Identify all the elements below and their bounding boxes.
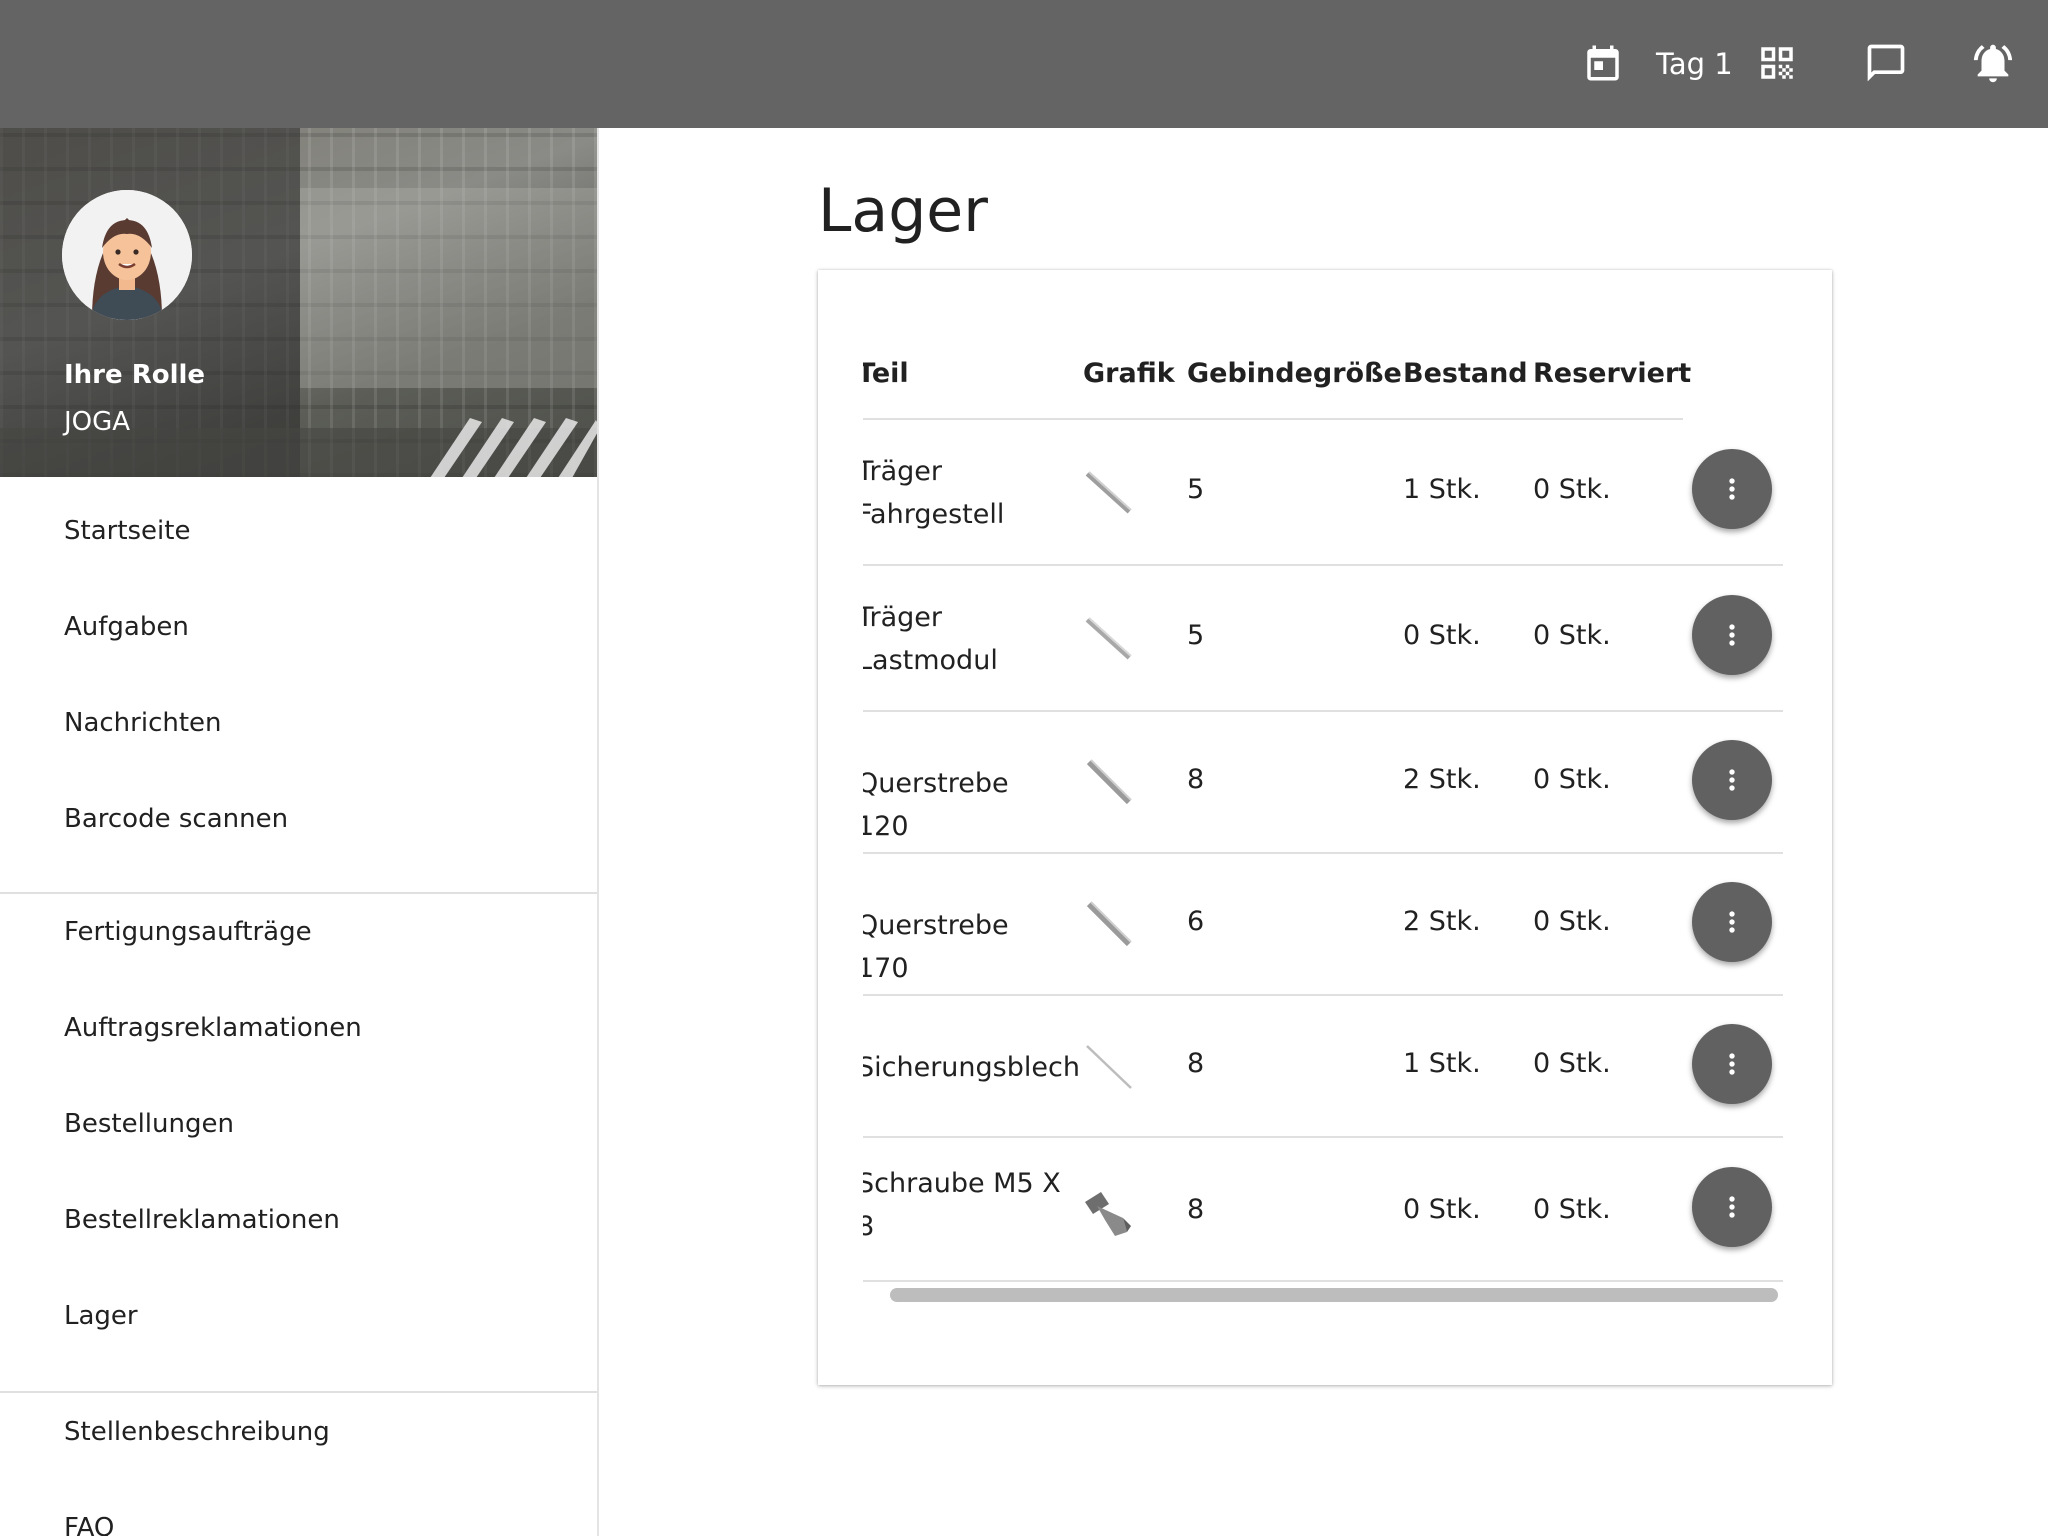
- nav-item-stellenbeschreibung[interactable]: Stellenbeschreibung: [0, 1392, 597, 1472]
- inventory-table: Teil Grafik Gebindegröße Bestand Reservi…: [863, 270, 1783, 1310]
- part-image-screw: [1083, 1188, 1135, 1240]
- more-vert-icon: [1729, 1053, 1735, 1075]
- part-image-beam: [1083, 612, 1135, 664]
- day-indicator: Tag 1: [1656, 47, 1733, 81]
- alarm-icon[interactable]: [1970, 40, 2016, 86]
- horizontal-scrollbar[interactable]: [890, 1288, 1778, 1302]
- header-background-image: [430, 418, 597, 477]
- cell-reserviert: 0 Stk.: [1533, 1194, 1611, 1225]
- cell-bestand: 2 Stk.: [1403, 906, 1481, 937]
- cell-teil: Sicherungsblech: [863, 1052, 1080, 1083]
- cell-gebindegroesse: 8: [1187, 764, 1205, 795]
- nav-list: Startseite Aufgaben Nachrichten Barcode …: [0, 477, 597, 1536]
- top-app-bar: Tag 1: [0, 0, 2048, 128]
- cell-bestand: 2 Stk.: [1403, 764, 1481, 795]
- qr-code-icon[interactable]: [1754, 40, 1800, 86]
- part-image-strut: [1083, 898, 1135, 950]
- more-vert-icon: [1729, 624, 1735, 646]
- row-more-button[interactable]: [1692, 1024, 1772, 1104]
- row-more-button[interactable]: [1692, 740, 1772, 820]
- cell-reserviert: 0 Stk.: [1533, 1048, 1611, 1079]
- nav-item-lager[interactable]: Lager: [0, 1276, 597, 1356]
- row-more-button[interactable]: [1692, 882, 1772, 962]
- chat-icon[interactable]: [1863, 40, 1909, 86]
- column-header-reserviert[interactable]: Reserviert: [1533, 354, 1691, 394]
- cell-bestand: 1 Stk.: [1403, 1048, 1481, 1079]
- nav-item-startseite[interactable]: Startseite: [0, 491, 597, 571]
- role-name: JOGA: [64, 407, 131, 437]
- part-image-beam: [1083, 466, 1135, 518]
- role-label: Ihre Rolle: [64, 360, 206, 390]
- nav-item-faq[interactable]: FAQ: [0, 1488, 597, 1536]
- inventory-card: Teil Grafik Gebindegröße Bestand Reservi…: [818, 270, 1832, 1385]
- more-vert-icon: [1729, 911, 1735, 933]
- more-vert-icon: [1729, 478, 1735, 500]
- cell-reserviert: 0 Stk.: [1533, 474, 1611, 505]
- cell-gebindegroesse: 8: [1187, 1194, 1205, 1225]
- avatar: [62, 190, 192, 320]
- nav-item-auftragsreklamationen[interactable]: Auftragsreklamationen: [0, 988, 597, 1068]
- cell-reserviert: 0 Stk.: [1533, 764, 1611, 795]
- table-row: Träger Lastmodul 5 0 Stk. 0 Stk.: [863, 566, 1783, 712]
- table-row: Querstrebe 170 6 2 Stk. 0 Stk.: [863, 854, 1783, 996]
- more-vert-icon: [1729, 769, 1735, 791]
- calendar-icon[interactable]: [1580, 40, 1626, 86]
- cell-gebindegroesse: 8: [1187, 1048, 1205, 1079]
- part-image-plate: [1083, 1040, 1135, 1092]
- cell-gebindegroesse: 5: [1187, 474, 1205, 505]
- nav-item-bestellreklamationen[interactable]: Bestellreklamationen: [0, 1180, 597, 1260]
- table-row: Schraube M5 X 8 8 0 Stk. 0 Stk.: [863, 1138, 1783, 1282]
- table-row: Sicherungsblech 8 1 Stk. 0 Stk.: [863, 996, 1783, 1138]
- cell-gebindegroesse: 5: [1187, 620, 1205, 651]
- more-vert-icon: [1729, 1196, 1735, 1218]
- table-row: Querstrebe 120 8 2 Stk. 0 Stk.: [863, 712, 1783, 854]
- cell-bestand: 0 Stk.: [1403, 1194, 1481, 1225]
- nav-item-nachrichten[interactable]: Nachrichten: [0, 683, 597, 763]
- cell-teil: Träger Fahrgestell: [863, 456, 1005, 530]
- row-more-button[interactable]: [1692, 449, 1772, 529]
- column-header-grafik[interactable]: Grafik: [1083, 354, 1175, 394]
- nav-item-aufgaben[interactable]: Aufgaben: [0, 587, 597, 667]
- cell-bestand: 1 Stk.: [1403, 474, 1481, 505]
- cell-teil: Träger Lastmodul: [863, 602, 998, 676]
- column-header-teil[interactable]: Teil: [863, 354, 909, 394]
- column-header-bestand[interactable]: Bestand: [1403, 354, 1528, 394]
- column-header-gebindegroesse[interactable]: Gebindegröße: [1187, 354, 1402, 394]
- nav-item-bestellungen[interactable]: Bestellungen: [0, 1084, 597, 1164]
- nav-item-fertigungsauftraege[interactable]: Fertigungsaufträge: [0, 892, 597, 972]
- cell-gebindegroesse: 6: [1187, 906, 1205, 937]
- page-title: Lager: [818, 176, 988, 246]
- row-more-button[interactable]: [1692, 595, 1772, 675]
- cell-bestand: 0 Stk.: [1403, 620, 1481, 651]
- part-image-strut: [1083, 756, 1135, 808]
- table-row: Träger Fahrgestell 5 1 Stk. 0 Stk.: [863, 420, 1783, 566]
- cell-teil: Schraube M5 X 8: [863, 1168, 1061, 1242]
- cell-teil: Querstrebe 170: [863, 910, 1009, 984]
- row-more-button[interactable]: [1692, 1167, 1772, 1247]
- navigation-drawer: Ihre Rolle JOGA Startseite Aufgaben Nach…: [0, 128, 599, 1536]
- cell-reserviert: 0 Stk.: [1533, 906, 1611, 937]
- cell-reserviert: 0 Stk.: [1533, 620, 1611, 651]
- cell-teil: Querstrebe 120: [863, 768, 1009, 842]
- drawer-header: Ihre Rolle JOGA: [0, 128, 597, 477]
- nav-item-barcode-scannen[interactable]: Barcode scannen: [0, 779, 597, 859]
